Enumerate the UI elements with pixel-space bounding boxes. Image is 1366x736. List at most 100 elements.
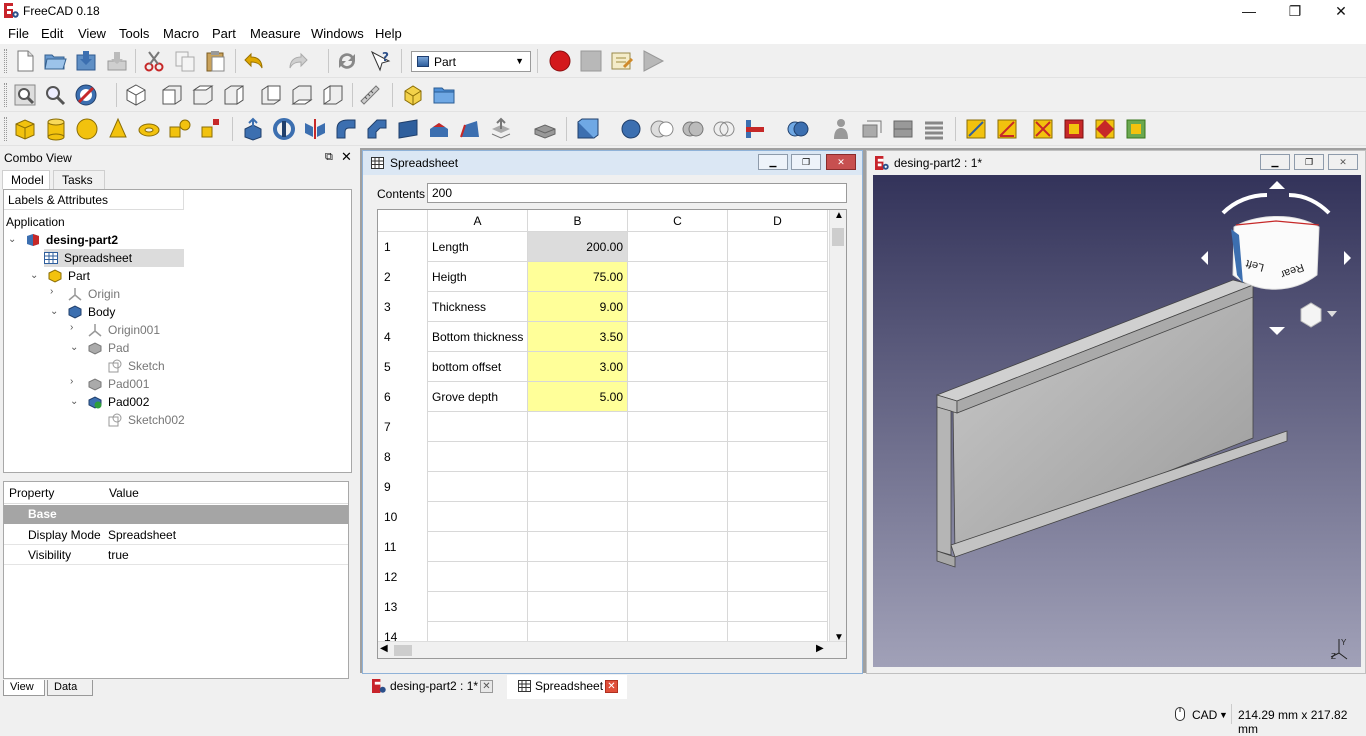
cell-c7[interactable] [628,412,728,442]
row-header[interactable]: 1 [378,232,428,262]
row-header[interactable]: 5 [378,352,428,382]
cell-b5[interactable]: 3.00 [528,352,628,382]
cell-c11[interactable] [628,532,728,562]
cell-c4[interactable] [628,322,728,352]
menu-macro[interactable]: Macro [163,26,199,41]
3d-viewport[interactable]: Left Rear Y Z [873,175,1361,667]
measure-clear-icon[interactable] [1062,117,1086,141]
scroll-right-icon[interactable]: ▶ [816,643,824,654]
cell-c13[interactable] [628,592,728,622]
measure-linear-icon[interactable] [964,117,988,141]
menu-view[interactable]: View [78,26,106,41]
tree-item-origin[interactable]: Origin [68,285,120,303]
cell-c8[interactable] [628,442,728,472]
cell-a5[interactable]: bottom offset [428,352,528,382]
new-file-icon[interactable] [13,49,37,73]
scroll-left-icon[interactable]: ◀ [380,643,388,654]
isometric-view-icon[interactable] [124,83,148,107]
whats-this-icon[interactable]: ? [369,49,393,73]
corner-header[interactable] [378,210,428,232]
cell-c10[interactable] [628,502,728,532]
subwindow-restore-button[interactable]: ❐ [1294,154,1324,170]
undock-icon[interactable]: ⧉ [325,151,333,164]
cell-d13[interactable] [728,592,828,622]
spreadsheet-window-titlebar[interactable]: Spreadsheet ▁ ❐ ✕ [363,151,862,175]
cell-a6[interactable]: Grove depth [428,382,528,412]
split-features-icon[interactable] [786,117,810,141]
compound-tools-icon[interactable] [575,117,599,141]
tree-item-sketch[interactable]: Sketch [108,357,165,375]
copy-icon[interactable] [173,49,197,73]
cell-b6[interactable]: 5.00 [528,382,628,412]
cell-a11[interactable] [428,532,528,562]
row-header[interactable]: 7 [378,412,428,442]
3d-view-titlebar[interactable]: desing-part2 : 1* ▁ ❐ ✕ [867,151,1365,175]
left-view-icon[interactable] [321,83,345,107]
chevron-down-icon[interactable]: ⌄ [8,234,16,245]
cell-d1[interactable] [728,232,828,262]
tab-view[interactable]: View [3,680,45,696]
horizontal-scrollbar[interactable]: ◀ ▶ [378,641,846,658]
cell-a13[interactable] [428,592,528,622]
row-header[interactable]: 11 [378,532,428,562]
make-face-icon[interactable] [396,117,420,141]
cell-c5[interactable] [628,352,728,382]
row-header[interactable]: 13 [378,592,428,622]
section-icon[interactable] [489,117,513,141]
cell-d3[interactable] [728,292,828,322]
join-features-icon[interactable] [743,117,767,141]
tree-item-document[interactable]: desing-part2 [26,231,118,249]
macro-edit-icon[interactable] [610,49,634,73]
cell-b11[interactable] [528,532,628,562]
row-header[interactable]: 12 [378,562,428,592]
cell-d9[interactable] [728,472,828,502]
macro-run-icon[interactable] [641,49,665,73]
cylinder-icon[interactable] [44,117,68,141]
cell-a10[interactable] [428,502,528,532]
right-view-icon[interactable] [222,83,246,107]
menu-help[interactable]: Help [375,26,402,41]
close-tab-icon[interactable]: ✕ [605,680,618,693]
row-header[interactable]: 3 [378,292,428,322]
row-header[interactable]: 2 [378,262,428,292]
cell-b8[interactable] [528,442,628,472]
macro-stop-icon[interactable] [579,49,603,73]
loft-icon[interactable] [458,117,482,141]
close-panel-icon[interactable]: ✕ [341,149,352,165]
boolean-icon[interactable] [619,117,643,141]
menu-file[interactable]: File [8,26,29,41]
primitives-icon[interactable] [168,117,192,141]
property-group-base[interactable]: Base [4,505,348,524]
defeaturing-icon[interactable] [860,117,884,141]
doc-tab-3d-view[interactable]: desing-part2 : 1* ✕ [362,675,500,699]
cell-c6[interactable] [628,382,728,412]
check-geometry-icon[interactable] [829,117,853,141]
cell-d7[interactable] [728,412,828,442]
column-header[interactable]: A [428,210,528,232]
column-header[interactable]: B [528,210,628,232]
toolbar-grip[interactable] [4,83,7,107]
fit-all-icon[interactable] [13,83,37,107]
property-value[interactable]: Spreadsheet [108,528,176,542]
doc-tab-spreadsheet[interactable]: Spreadsheet ✕ [507,675,627,699]
cell-c2[interactable] [628,262,728,292]
cross-sections-icon[interactable] [891,117,915,141]
thickness-icon[interactable] [533,117,557,141]
close-tab-icon[interactable]: ✕ [480,680,493,693]
cell-c9[interactable] [628,472,728,502]
cell-b12[interactable] [528,562,628,592]
cell-d11[interactable] [728,532,828,562]
fillet-icon[interactable] [334,117,358,141]
tree-item-sketch002[interactable]: Sketch002 [108,411,185,429]
macro-record-icon[interactable] [548,49,572,73]
measure-refresh-icon[interactable] [1031,117,1055,141]
paste-icon[interactable] [204,49,228,73]
toolbar-grip[interactable] [4,117,7,141]
close-button[interactable]: ✕ [1318,0,1364,22]
tree-item-pad002[interactable]: Pad002 [88,393,149,411]
chevron-down-icon[interactable]: ⌄ [30,270,38,281]
subwindow-restore-button[interactable]: ❐ [791,154,821,170]
menu-part[interactable]: Part [212,26,236,41]
chevron-right-icon[interactable]: › [70,376,73,387]
cell-c12[interactable] [628,562,728,592]
